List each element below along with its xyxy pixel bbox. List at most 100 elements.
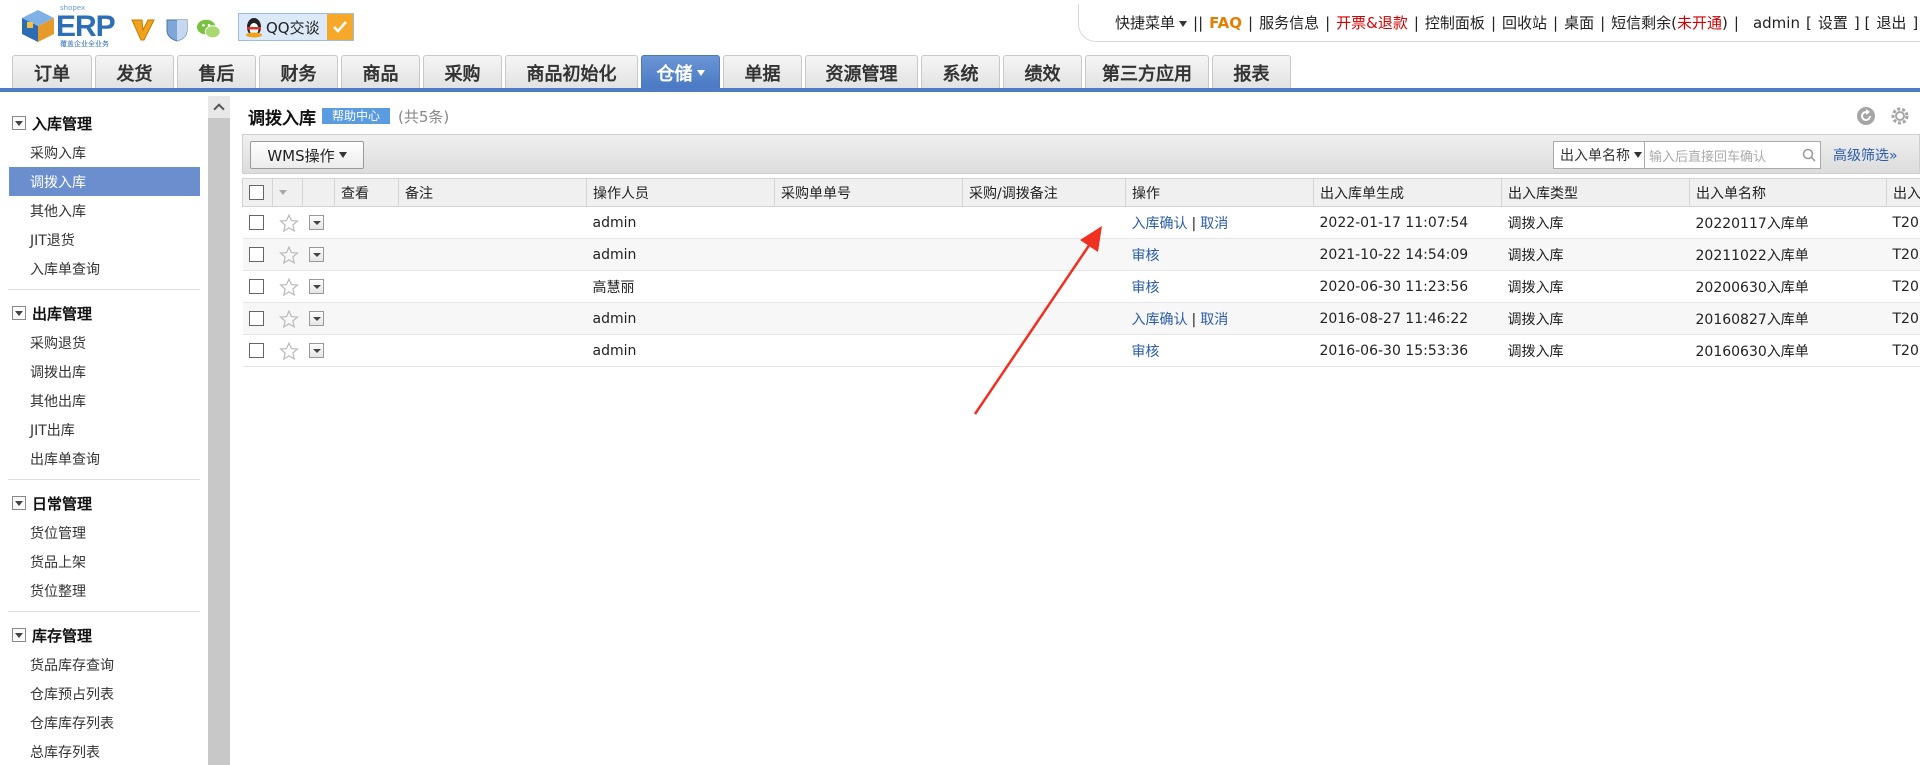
gear-icon[interactable]: [1890, 106, 1910, 126]
v-badge-icon[interactable]: [130, 16, 156, 42]
sidebar-item-warehouse-stock[interactable]: 仓库库存列表: [0, 708, 208, 737]
sidebar-item-total-stock[interactable]: 总库存列表: [0, 737, 208, 765]
sidebar-item-reserved-list[interactable]: 仓库预占列表: [0, 679, 208, 708]
tab-finance[interactable]: 财务: [259, 55, 338, 89]
tab-performance[interactable]: 绩效: [1003, 55, 1082, 89]
star-icon[interactable]: [278, 276, 299, 297]
tab-orders[interactable]: 订单: [12, 55, 92, 89]
advanced-filter-link[interactable]: 高级筛选»: [1833, 145, 1898, 165]
sidebar-group-inbound[interactable]: 入库管理: [0, 108, 208, 138]
collapse-icon[interactable]: [12, 628, 26, 642]
tab-warehouse[interactable]: 仓储: [641, 55, 720, 89]
quick-menu-dropdown[interactable]: 快捷菜单: [1115, 12, 1188, 33]
confirm-inbound-link[interactable]: 入库确认: [1132, 312, 1188, 328]
sidebar-item-transfer-outbound[interactable]: 调拨出库: [0, 357, 208, 386]
col-actions[interactable]: 操作: [1125, 178, 1314, 207]
row-checkbox[interactable]: [248, 343, 264, 358]
tab-reports[interactable]: 报表: [1212, 55, 1291, 89]
col-operator[interactable]: 操作人员: [586, 178, 775, 207]
confirm-inbound-link[interactable]: 入库确认: [1132, 216, 1188, 232]
chevron-down-icon[interactable]: [279, 190, 287, 195]
tab-documents[interactable]: 单据: [723, 55, 802, 89]
sidebar-item-location-arrange[interactable]: 货位整理: [0, 576, 208, 605]
audit-link[interactable]: 审核: [1132, 248, 1160, 264]
row-menu-dropdown[interactable]: [308, 215, 324, 230]
qq-chat-button[interactable]: QQ交谈: [238, 13, 354, 41]
refresh-icon[interactable]: [1856, 106, 1876, 126]
search-icon[interactable]: [1802, 148, 1816, 162]
star-icon[interactable]: [278, 244, 299, 265]
tab-system[interactable]: 系统: [921, 55, 1000, 89]
sidebar-item-purchase-return[interactable]: 采购退货: [0, 328, 208, 357]
sidebar-item-purchase-inbound[interactable]: 采购入库: [0, 138, 208, 167]
col-name[interactable]: 出入单名称: [1689, 178, 1887, 207]
wms-operations-button[interactable]: WMS操作: [250, 141, 364, 169]
row-checkbox[interactable]: [248, 215, 264, 230]
row-checkbox[interactable]: [248, 247, 264, 262]
sidebar-item-other-outbound[interactable]: 其他出库: [0, 386, 208, 415]
row-checkbox[interactable]: [248, 279, 264, 294]
logout-link[interactable]: 退出: [1876, 12, 1906, 33]
select-all-checkbox[interactable]: [249, 185, 264, 200]
chevron-down-icon: [696, 69, 705, 76]
col-remark[interactable]: 备注: [398, 178, 587, 207]
service-info-link[interactable]: 服务信息: [1259, 12, 1319, 33]
collapse-icon[interactable]: [12, 116, 26, 130]
col-code[interactable]: 出入库单: [1886, 178, 1920, 207]
tab-resource-mgmt[interactable]: 资源管理: [805, 55, 918, 89]
cancel-link[interactable]: 取消: [1200, 312, 1228, 328]
collapse-icon[interactable]: [12, 496, 26, 510]
tab-after-sales[interactable]: 售后: [177, 55, 256, 89]
row-menu-dropdown[interactable]: [308, 279, 324, 294]
tab-third-party[interactable]: 第三方应用: [1085, 55, 1209, 89]
star-icon[interactable]: [278, 308, 299, 329]
collapse-icon[interactable]: [12, 306, 26, 320]
scroll-up-icon[interactable]: [208, 96, 230, 118]
faq-link[interactable]: FAQ: [1209, 14, 1242, 32]
search-input[interactable]: 输入后直接回车确认: [1645, 141, 1821, 169]
sidebar-group-daily[interactable]: 日常管理: [0, 488, 208, 518]
audit-link[interactable]: 审核: [1132, 344, 1160, 360]
sidebar-item-location-mgmt[interactable]: 货位管理: [0, 518, 208, 547]
sidebar-item-other-inbound[interactable]: 其他入库: [0, 196, 208, 225]
tab-product-init[interactable]: 商品初始化: [505, 55, 638, 89]
star-icon[interactable]: [278, 340, 299, 361]
row-menu-dropdown[interactable]: [308, 311, 324, 326]
cancel-link[interactable]: 取消: [1200, 216, 1228, 232]
col-created-time[interactable]: 出入库单生成: [1313, 178, 1502, 207]
shield-icon[interactable]: [164, 16, 190, 42]
audit-link[interactable]: 审核: [1132, 280, 1160, 296]
settings-link[interactable]: 设置: [1818, 12, 1848, 33]
col-type[interactable]: 出入库类型: [1501, 178, 1690, 207]
tab-purchasing[interactable]: 采购: [423, 55, 502, 89]
sidebar-group-outbound[interactable]: 出库管理: [0, 298, 208, 328]
row-menu-dropdown[interactable]: [308, 247, 324, 262]
erp-logo[interactable]: shopex ERP 覆盖企业全业务: [18, 4, 118, 48]
sidebar-item-put-away[interactable]: 货品上架: [0, 547, 208, 576]
invoice-refund-link[interactable]: 开票&退款: [1336, 12, 1408, 33]
sidebar-item-jit-outbound[interactable]: JIT出库: [0, 415, 208, 444]
col-view[interactable]: 查看: [334, 178, 399, 207]
sidebar-item-inbound-query[interactable]: 入库单查询: [0, 254, 208, 283]
control-panel-link[interactable]: 控制面板: [1425, 12, 1485, 33]
col-po-number[interactable]: 采购单单号: [774, 178, 963, 207]
row-checkbox[interactable]: [248, 311, 264, 326]
sidebar-item-jit-return[interactable]: JIT退货: [0, 225, 208, 254]
search-field-select[interactable]: 出入单名称: [1553, 141, 1645, 169]
sms-status[interactable]: 短信剩余(未开通): [1611, 12, 1728, 33]
tab-products[interactable]: 商品: [341, 55, 420, 89]
sidebar: 入库管理 采购入库 调拨入库 其他入库 JIT退货 入库单查询 出库管理 采购退…: [0, 96, 208, 765]
sidebar-scrollbar[interactable]: [208, 96, 230, 765]
col-po-remark[interactable]: 采购/调拨备注: [962, 178, 1126, 207]
tab-shipping[interactable]: 发货: [95, 55, 174, 89]
desktop-link[interactable]: 桌面: [1564, 12, 1594, 33]
star-icon[interactable]: [278, 212, 299, 233]
sidebar-group-inventory[interactable]: 库存管理: [0, 620, 208, 650]
help-center-link[interactable]: 帮助中心: [322, 108, 391, 124]
sidebar-item-stock-query[interactable]: 货品库存查询: [0, 650, 208, 679]
recycle-bin-link[interactable]: 回收站: [1502, 12, 1547, 33]
sidebar-item-outbound-query[interactable]: 出库单查询: [0, 444, 208, 473]
sidebar-item-transfer-inbound[interactable]: 调拨入库: [9, 167, 200, 196]
wechat-icon[interactable]: [196, 16, 222, 42]
row-menu-dropdown[interactable]: [308, 343, 324, 358]
